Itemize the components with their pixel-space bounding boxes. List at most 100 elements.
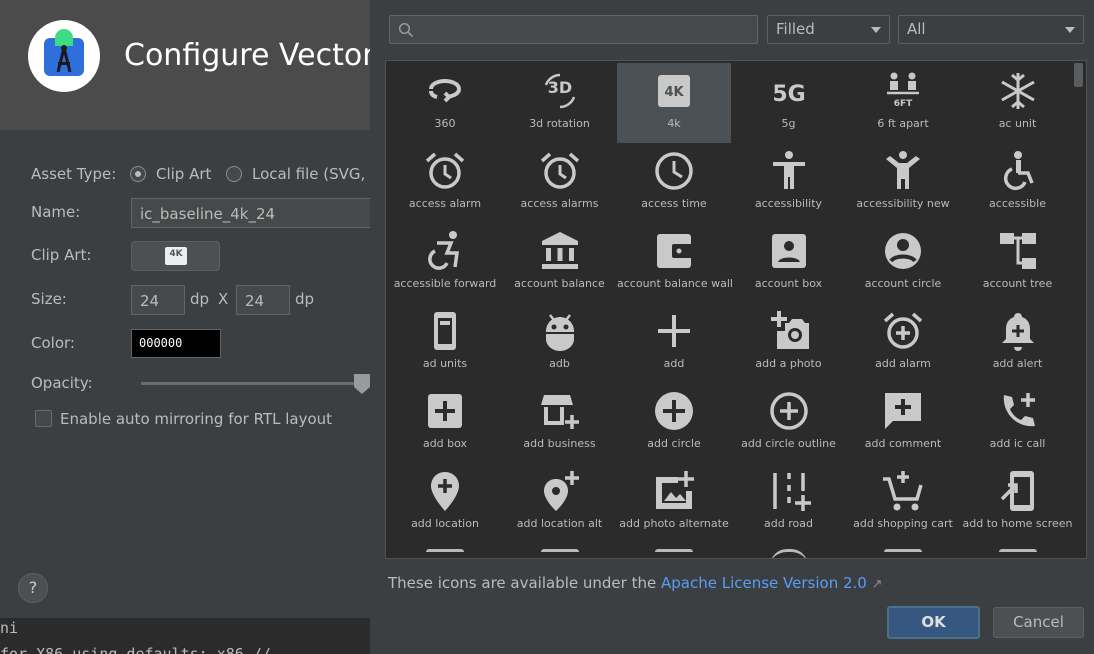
icon-cell-add-photo-alternate[interactable]: add photo alternate: [617, 463, 731, 543]
account-box-icon: [771, 234, 806, 268]
icon-cell-partial[interactable]: [388, 543, 502, 558]
icon-cell-ac-unit[interactable]: ac unit: [961, 63, 1075, 143]
add-location-icon: [431, 472, 459, 511]
color-swatch-button[interactable]: 000000: [131, 329, 221, 358]
opacity-slider[interactable]: [141, 382, 361, 385]
icon-grid-scrollbar[interactable]: [1074, 63, 1083, 87]
icon-cell-add-ic-call[interactable]: add ic call: [961, 383, 1075, 463]
icon-cell-label: adb: [549, 357, 570, 370]
icon-cell-3d-rotation[interactable]: 3D 3d rotation: [503, 63, 617, 143]
auto-mirror-label[interactable]: Enable auto mirroring for RTL layout: [60, 410, 332, 428]
icon-cell-add-to-home-screen[interactable]: add to home screen: [961, 463, 1075, 543]
partial-icon: [884, 549, 922, 558]
icon-cell-label: account balance wall: [617, 277, 733, 290]
clip-art-button[interactable]: 4K: [131, 241, 220, 271]
accessible-forward-icon: [428, 231, 460, 270]
icon-cell-accessible[interactable]: accessible: [961, 143, 1075, 223]
icon-cell-add[interactable]: add: [617, 303, 731, 383]
icon-cell-account-balance[interactable]: account balance: [503, 223, 617, 303]
icon-cell-ad-units[interactable]: ad units: [388, 303, 502, 383]
icon-cell-account-box[interactable]: account box: [732, 223, 846, 303]
icon-cell-account-balance-wallet[interactable]: account balance wall: [617, 223, 733, 303]
icon-cell-add-location[interactable]: add location: [388, 463, 502, 543]
account-balance-wallet-icon: [657, 234, 692, 268]
size-separator: X: [218, 290, 229, 308]
icon-cell-label: add a photo: [755, 357, 822, 370]
icon-cell-partial[interactable]: [732, 543, 846, 558]
auto-mirror-checkbox[interactable]: [35, 410, 52, 427]
icon-cell-label: add location: [411, 517, 479, 530]
icon-cell-5g[interactable]: 5G 5g: [732, 63, 846, 143]
icon-cell-account-circle[interactable]: account circle: [846, 223, 960, 303]
icon-cell-partial[interactable]: [503, 543, 617, 558]
icon-cell-accessibility-new[interactable]: accessibility new: [846, 143, 960, 223]
partial-icon: [426, 549, 464, 558]
height-input[interactable]: 24: [236, 285, 290, 315]
partial-icon: [540, 549, 579, 558]
clip-art-radio[interactable]: [130, 166, 146, 182]
icon-cell-label: add box: [422, 437, 468, 450]
icon-style-select[interactable]: Filled: [767, 15, 890, 44]
icon-cell-add-business[interactable]: add business: [503, 383, 617, 463]
icon-cell-partial[interactable]: [617, 543, 731, 558]
local-file-radio-label[interactable]: Local file (SVG, P: [252, 165, 370, 183]
license-link[interactable]: Apache License Version 2.0: [661, 574, 867, 592]
svg-text:5G: 5G: [772, 82, 805, 107]
add-photo-alternate-icon: [656, 471, 694, 509]
icon-grid[interactable]: 360 3D 3d rotation 4K 4k 5G 5g 6FT 6 ft apart ac …: [385, 60, 1087, 559]
icon-category-select[interactable]: All: [898, 15, 1084, 44]
ok-button[interactable]: OK: [887, 606, 980, 639]
add-ic-call-icon: [1003, 393, 1035, 427]
icon-cell-add-circle-outline[interactable]: add circle outline: [732, 383, 846, 463]
icon-cell-add-alarm[interactable]: add alarm: [846, 303, 960, 383]
icon-cell-360[interactable]: 360: [388, 63, 502, 143]
chevron-down-icon: [871, 27, 881, 33]
icon-cell-add-shopping-cart[interactable]: add shopping cart: [846, 463, 960, 543]
icon-cell-label: add location alt: [516, 517, 603, 530]
license-notice: These icons are available under the Apac…: [388, 574, 883, 592]
icon-cell-accessibility[interactable]: accessibility: [732, 143, 846, 223]
icon-category-value: All: [907, 20, 926, 38]
clip-art-icon-text: 4K: [169, 249, 183, 259]
icon-cell-access-alarms[interactable]: access alarms: [503, 143, 617, 223]
icon-cell-label: 6 ft apart: [877, 117, 929, 130]
cancel-button[interactable]: Cancel: [993, 607, 1084, 638]
icon-cell-add-circle[interactable]: add circle: [617, 383, 731, 463]
accessibility-icon: [772, 151, 805, 189]
icon-cell-partial[interactable]: [961, 543, 1075, 558]
icon-cell-access-time[interactable]: access time: [617, 143, 731, 223]
add-alarm-icon: [883, 312, 923, 349]
search-icon: [398, 22, 414, 38]
icon-cell-add-location-alt[interactable]: add location alt: [503, 463, 617, 543]
icon-cell-add-alert[interactable]: add alert: [961, 303, 1075, 383]
icon-cell-accessible-forward[interactable]: accessible forward: [388, 223, 502, 303]
icon-cell-label: 4k: [667, 117, 681, 130]
height-unit: dp: [295, 290, 315, 308]
icon-cell-label: accessibility: [754, 197, 823, 210]
add-box-icon: [428, 394, 462, 428]
icon-cell-4k[interactable]: 4K 4k: [617, 63, 731, 143]
account-balance-icon: [541, 232, 578, 269]
icon-cell-access-alarm[interactable]: access alarm: [388, 143, 502, 223]
ad-units-icon: [434, 312, 456, 350]
icon-cell-adb[interactable]: adb: [503, 303, 617, 383]
icon-cell-partial[interactable]: [846, 543, 960, 558]
help-button[interactable]: ?: [18, 573, 48, 603]
icon-cell-label: 360: [434, 117, 456, 130]
4k-icon: 4K: [658, 75, 690, 107]
icon-cell-label: access time: [641, 197, 707, 210]
svg-text:6FT: 6FT: [894, 99, 913, 109]
local-file-radio[interactable]: [226, 166, 242, 182]
icon-cell-add-box[interactable]: add box: [388, 383, 502, 463]
clip-art-radio-label[interactable]: Clip Art: [156, 165, 211, 183]
icon-cell-add-a-photo[interactable]: add a photo: [732, 303, 846, 383]
width-input[interactable]: 24: [131, 285, 185, 315]
icon-search-input[interactable]: [389, 15, 758, 44]
icon-cell-label: add alert: [992, 357, 1043, 370]
icon-cell-account-tree[interactable]: account tree: [961, 223, 1075, 303]
svg-text:3D: 3D: [547, 78, 571, 97]
icon-cell-add-road[interactable]: add road: [732, 463, 846, 543]
icon-cell-add-comment[interactable]: add comment: [846, 383, 960, 463]
icon-cell-6-ft-apart[interactable]: 6FT 6 ft apart: [846, 63, 960, 143]
name-input[interactable]: ic_baseline_4k_24: [131, 198, 370, 228]
